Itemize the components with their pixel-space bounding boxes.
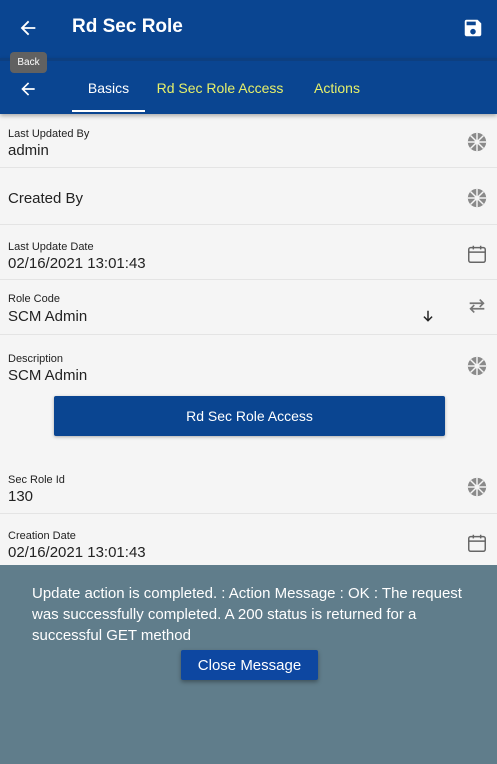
tab-back-button[interactable] [10, 71, 46, 107]
back-button[interactable] [10, 10, 46, 46]
field-value[interactable]: SCM Admin [8, 308, 87, 325]
save-icon [464, 19, 482, 37]
camera-aperture-icon[interactable] [465, 354, 489, 378]
field-last-updated-by: Last Updated By admin [0, 114, 497, 168]
tab-rd-sec-role-access[interactable]: Rd Sec Role Access [152, 61, 288, 114]
field-label: Sec Role Id [8, 474, 65, 486]
field-creation-date: Creation Date 02/16/2021 13:01:43 [0, 514, 497, 570]
tab-bar: Basics Rd Sec Role Access Actions [0, 58, 497, 114]
field-value[interactable]: 02/16/2021 13:01:43 [8, 544, 146, 561]
field-label: Creation Date [8, 530, 76, 542]
close-message-button[interactable]: Close Message [181, 650, 318, 680]
tab-actions[interactable]: Actions [302, 61, 372, 114]
field-value[interactable]: admin [8, 142, 49, 159]
message-overlay: Update action is completed. : Action Mes… [0, 565, 497, 764]
field-label: Created By [8, 190, 84, 207]
field-description: Description SCM Admin [0, 335, 497, 392]
field-label: Description [8, 353, 64, 365]
tab-basics[interactable]: Basics [72, 61, 145, 114]
camera-aperture-icon[interactable] [465, 475, 489, 499]
field-created-by: Created By [0, 168, 497, 225]
field-last-update-date: Last Update Date 02/16/2021 13:01:43 [0, 225, 497, 280]
swap-horizontal-icon[interactable] [465, 294, 489, 318]
rd-sec-role-access-button[interactable]: Rd Sec Role Access [54, 396, 445, 436]
field-value[interactable]: 130 [8, 488, 33, 505]
save-button[interactable] [455, 10, 491, 46]
field-role-code: Role Code SCM Admin [0, 280, 497, 335]
field-value[interactable]: SCM Admin [8, 367, 87, 384]
app-root: Rd Sec Role Back Basics Rd Sec Role Acce… [0, 0, 497, 764]
field-label: Last Updated By [8, 128, 90, 140]
top-app-bar: Rd Sec Role [0, 0, 497, 58]
field-label: Last Update Date [8, 241, 94, 253]
field-sec-role-id: Sec Role Id 130 [0, 459, 497, 514]
field-label: Role Code [8, 293, 60, 305]
page-title: Rd Sec Role [72, 16, 183, 37]
back-tooltip: Back [10, 52, 47, 73]
calendar-icon[interactable] [465, 531, 489, 555]
camera-aperture-icon[interactable] [465, 130, 489, 154]
camera-aperture-icon[interactable] [465, 186, 489, 210]
arrow-left-icon [21, 82, 35, 96]
calendar-icon[interactable] [465, 242, 489, 266]
arrow-down-icon[interactable] [420, 308, 436, 324]
message-text: Update action is completed. : Action Mes… [32, 585, 462, 644]
arrow-left-icon [20, 20, 36, 36]
field-value[interactable]: 02/16/2021 13:01:43 [8, 255, 146, 272]
